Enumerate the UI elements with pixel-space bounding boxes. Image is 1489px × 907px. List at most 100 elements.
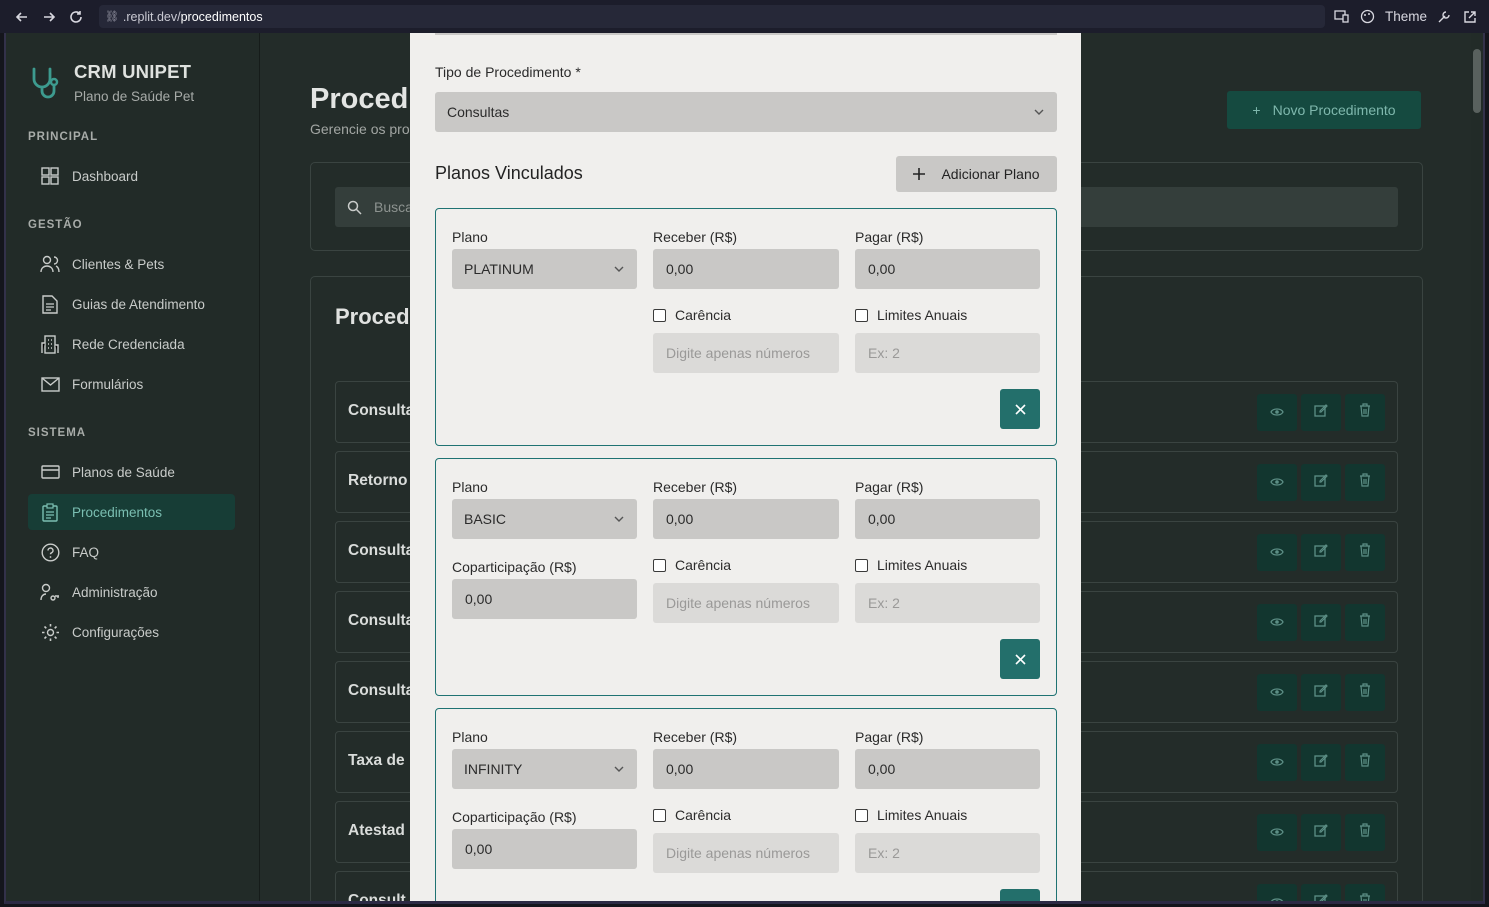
url-bar[interactable]: ⛓ .replit.dev/procedimentos: [98, 5, 1325, 28]
edit-button[interactable]: [1301, 604, 1341, 641]
receber-input[interactable]: 0,00: [653, 249, 839, 289]
page-scrollbar[interactable]: [1471, 33, 1483, 901]
checkbox-box[interactable]: [855, 808, 868, 822]
carencia-checkbox[interactable]: Carência: [653, 807, 731, 823]
plano-select[interactable]: PLATINUM: [452, 249, 637, 289]
add-plan-label: Adicionar Plano: [941, 166, 1040, 182]
row-actions: [1257, 744, 1385, 781]
carencia-input[interactable]: Digite apenas números: [653, 333, 839, 373]
sidebar-item-faq[interactable]: FAQ: [28, 534, 235, 570]
sidebar-item-dashboard[interactable]: Dashboard: [28, 158, 235, 194]
tipo-select[interactable]: Consultas: [435, 92, 1057, 132]
sidebar-item-label: Administração: [72, 584, 158, 600]
sidebar-item-clientes[interactable]: Clientes & Pets: [28, 246, 235, 282]
edit-button[interactable]: [1301, 674, 1341, 711]
theme-button[interactable]: Theme: [1385, 9, 1427, 24]
sidebar-item-guias[interactable]: Guias de Atendimento: [28, 286, 235, 322]
procedure-name: Consulta: [348, 542, 415, 559]
mail-icon: [40, 374, 60, 394]
checkbox-box[interactable]: [855, 308, 868, 322]
coparticipacao-input[interactable]: 0,00: [452, 579, 637, 619]
pagar-input[interactable]: 0,00: [855, 749, 1040, 789]
limites-checkbox[interactable]: Limites Anuais: [855, 807, 967, 823]
pagar-input[interactable]: 0,00: [855, 249, 1040, 289]
remove-plan-button[interactable]: [1000, 889, 1040, 905]
external-link-icon[interactable]: [1461, 8, 1479, 26]
url-path: procedimentos: [180, 9, 263, 24]
limites-input[interactable]: Ex: 2: [855, 833, 1040, 873]
checkbox-box[interactable]: [653, 808, 666, 822]
row-actions: [1257, 534, 1385, 571]
search-placeholder: Busca: [374, 199, 413, 215]
sidebar-item-procedimentos[interactable]: Procedimentos: [28, 494, 235, 530]
sidebar-item-rede[interactable]: Rede Credenciada: [28, 326, 235, 362]
delete-button[interactable]: [1345, 464, 1385, 501]
carencia-checkbox[interactable]: Carência: [653, 307, 731, 323]
view-button[interactable]: [1257, 744, 1297, 781]
plan-card: Plano PLATINUM Receber (R$) 0,00 Pagar (…: [435, 208, 1057, 446]
limites-checkbox[interactable]: Limites Anuais: [855, 307, 967, 323]
checkbox-box[interactable]: [653, 308, 666, 322]
new-procedure-button[interactable]: + Novo Procedimento: [1227, 91, 1421, 129]
palette-icon[interactable]: [1359, 8, 1377, 26]
coparticipacao-input[interactable]: 0,00: [452, 829, 637, 869]
edit-button[interactable]: [1301, 884, 1341, 901]
carencia-input[interactable]: Digite apenas números: [653, 833, 839, 873]
close-icon: [1015, 904, 1026, 905]
edit-button[interactable]: [1301, 534, 1341, 571]
plano-label: Plano: [452, 479, 488, 495]
edit-button[interactable]: [1301, 394, 1341, 431]
receber-input[interactable]: 0,00: [653, 749, 839, 789]
delete-button[interactable]: [1345, 534, 1385, 571]
delete-button[interactable]: [1345, 744, 1385, 781]
plano-select[interactable]: BASIC: [452, 499, 637, 539]
carencia-input[interactable]: Digite apenas números: [653, 583, 839, 623]
delete-button[interactable]: [1345, 394, 1385, 431]
plano-select[interactable]: INFINITY: [452, 749, 637, 789]
gear-icon: [40, 622, 60, 642]
remove-plan-button[interactable]: [1000, 639, 1040, 679]
checkbox-box[interactable]: [653, 558, 666, 572]
sidebar-item-formularios[interactable]: Formulários: [28, 366, 235, 402]
plus-icon: +: [1252, 102, 1261, 118]
delete-button[interactable]: [1345, 884, 1385, 901]
trash-icon: [1359, 543, 1371, 562]
limites-input[interactable]: Ex: 2: [855, 583, 1040, 623]
view-button[interactable]: [1257, 534, 1297, 571]
delete-button[interactable]: [1345, 814, 1385, 851]
view-button[interactable]: [1257, 394, 1297, 431]
checkbox-box[interactable]: [855, 558, 868, 572]
sidebar-item-planos[interactable]: Planos de Saúde: [28, 454, 235, 490]
receber-input[interactable]: 0,00: [653, 499, 839, 539]
reload-icon[interactable]: [64, 4, 89, 30]
edit-button[interactable]: [1301, 814, 1341, 851]
plano-label: Plano: [452, 229, 488, 245]
browser-toolbar: ⛓ .replit.dev/procedimentos Theme: [0, 0, 1489, 33]
view-button[interactable]: [1257, 884, 1297, 901]
limites-input[interactable]: Ex: 2: [855, 333, 1040, 373]
devices-icon[interactable]: [1333, 8, 1351, 26]
section-principal: PRINCIPAL: [28, 131, 99, 143]
back-icon[interactable]: [10, 4, 35, 30]
pagar-input[interactable]: 0,00: [855, 499, 1040, 539]
carencia-checkbox[interactable]: Carência: [653, 557, 731, 573]
wrench-icon[interactable]: [1435, 8, 1453, 26]
scrollbar-thumb[interactable]: [1473, 49, 1481, 113]
view-button[interactable]: [1257, 674, 1297, 711]
sidebar-item-administracao[interactable]: Administração: [28, 574, 235, 610]
sidebar-item-configuracoes[interactable]: Configurações: [28, 614, 235, 650]
view-button[interactable]: [1257, 464, 1297, 501]
limites-checkbox[interactable]: Limites Anuais: [855, 557, 967, 573]
procedure-name: Taxa de: [348, 752, 405, 769]
new-procedure-label: Novo Procedimento: [1272, 102, 1396, 118]
delete-button[interactable]: [1345, 674, 1385, 711]
view-button[interactable]: [1257, 604, 1297, 641]
add-plan-button[interactable]: Adicionar Plano: [896, 156, 1057, 192]
edit-button[interactable]: [1301, 464, 1341, 501]
view-button[interactable]: [1257, 814, 1297, 851]
delete-button[interactable]: [1345, 604, 1385, 641]
edit-button[interactable]: [1301, 744, 1341, 781]
remove-plan-button[interactable]: [1000, 389, 1040, 429]
sidebar: CRM UNIPET Plano de Saúde Pet PRINCIPAL …: [6, 33, 260, 901]
forward-icon[interactable]: [37, 4, 62, 30]
